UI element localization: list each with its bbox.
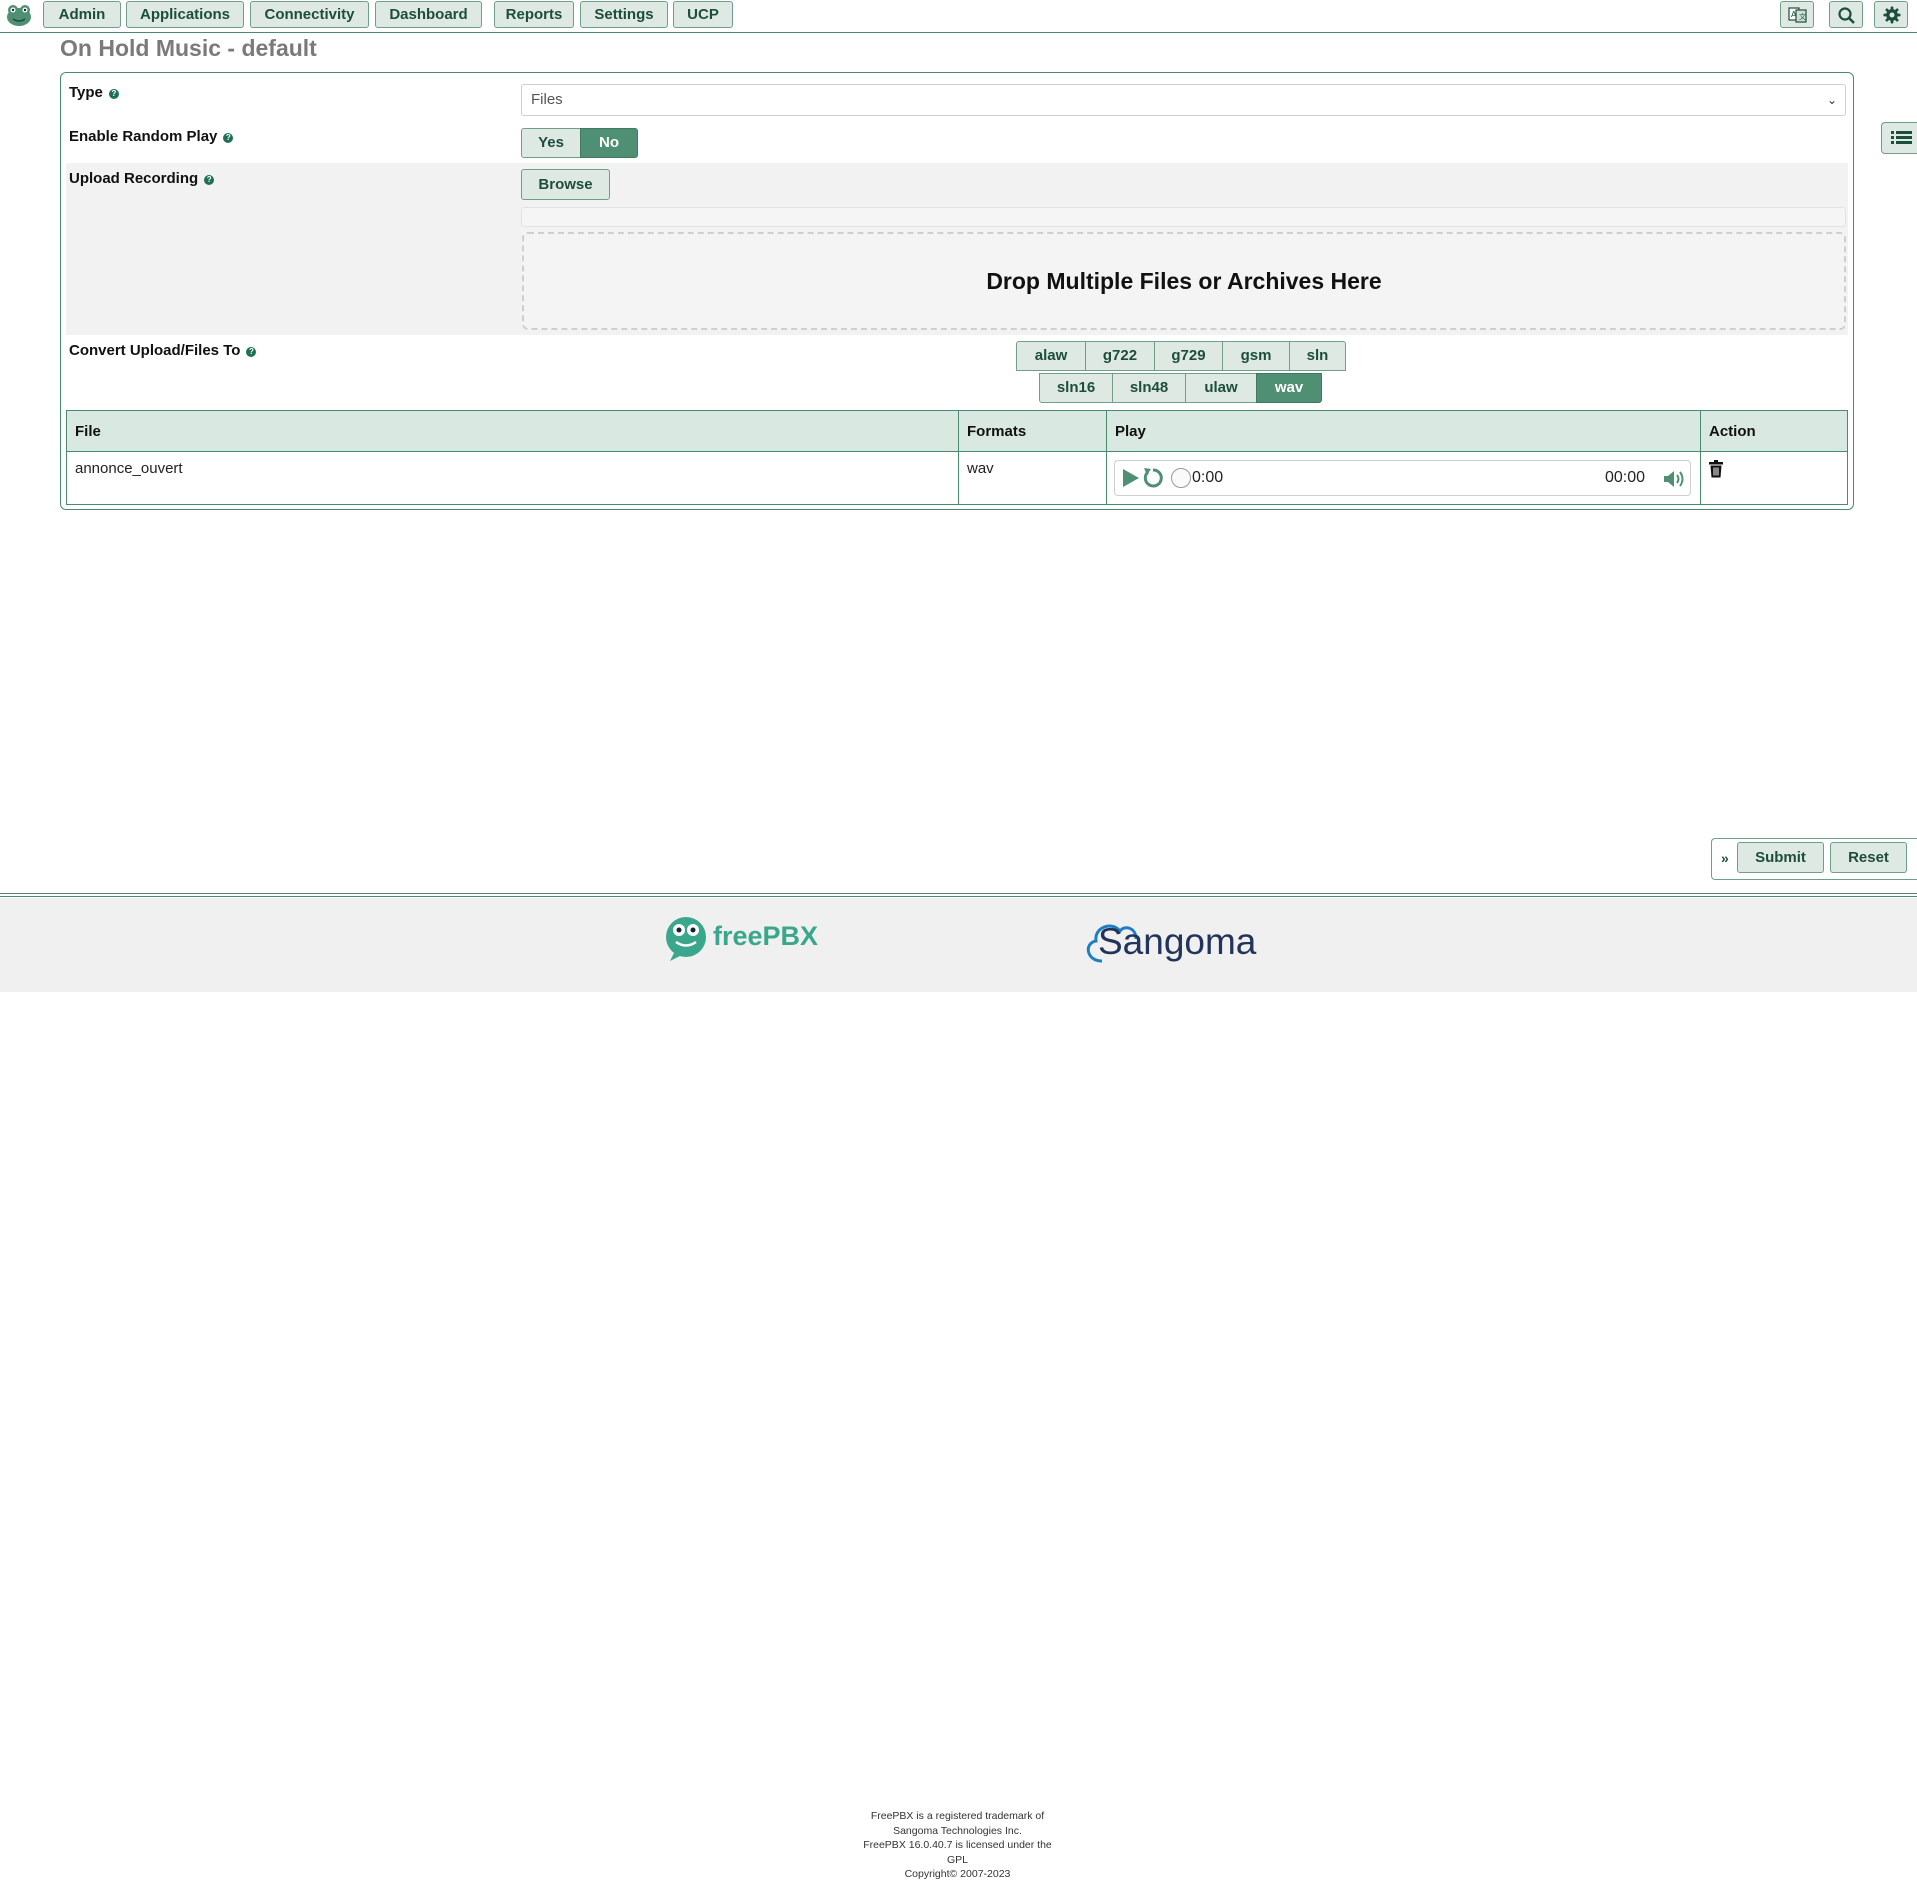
help-icon[interactable]: ?	[108, 89, 119, 99]
column-header-action: Action	[1701, 411, 1847, 452]
nav-settings[interactable]: Settings	[580, 1, 668, 28]
format-gsm[interactable]: gsm	[1222, 341, 1290, 371]
format-sln[interactable]: sln	[1289, 341, 1346, 371]
upload-progress-bar	[521, 207, 1846, 227]
format-sln48[interactable]: sln48	[1112, 373, 1186, 403]
footer: freePBX FreePBX is a registered trademar…	[0, 898, 1917, 1880]
help-icon[interactable]: ?	[223, 133, 234, 143]
chevron-down-icon: ⌄	[1826, 93, 1837, 107]
top-nav-bar: Admin Applications Connectivity Dashboar…	[0, 0, 1917, 33]
search-button[interactable]	[1829, 1, 1863, 28]
legal-line: FreePBX 16.0.40.7 is licensed under the	[863, 1839, 1052, 1851]
language-icon: A 文	[1788, 7, 1807, 23]
audio-player: 0:00 00:00	[1114, 460, 1691, 496]
play-icon[interactable]	[1122, 468, 1140, 488]
legal-line: GPL	[946, 1853, 968, 1866]
browse-button[interactable]: Browse	[521, 169, 610, 200]
nav-dashboard[interactable]: Dashboard	[375, 1, 482, 28]
footer-divider	[0, 893, 1917, 897]
column-header-play: Play	[1107, 411, 1701, 452]
volume-icon[interactable]	[1663, 469, 1687, 489]
list-toggle-button[interactable]	[1881, 122, 1917, 154]
legal-line: Copyright© 2007-2023	[904, 1868, 1011, 1880]
svg-text:A: A	[1791, 10, 1797, 19]
reset-button[interactable]: Reset	[1830, 842, 1907, 873]
freepbx-logo-icon[interactable]	[5, 3, 33, 27]
format-wav[interactable]: wav	[1256, 373, 1322, 403]
column-header-formats: Formats	[959, 411, 1107, 452]
seek-handle[interactable]	[1171, 468, 1191, 488]
freepbx-frog-icon	[666, 917, 706, 961]
format-sln16[interactable]: sln16	[1039, 373, 1113, 403]
format-g729[interactable]: g729	[1154, 341, 1223, 371]
settings-button[interactable]	[1874, 1, 1908, 28]
random-play-label-text: Enable Random Play	[69, 128, 218, 145]
file-dropzone[interactable]: Drop Multiple Files or Archives Here	[522, 232, 1846, 330]
language-button[interactable]: A 文	[1780, 1, 1814, 28]
help-icon[interactable]: ?	[204, 175, 215, 185]
random-play-no[interactable]: No	[580, 128, 638, 158]
type-select-value: Files	[531, 91, 563, 108]
trash-icon[interactable]	[1709, 460, 1723, 478]
cell-formats: wav	[959, 452, 1107, 504]
legal-text: FreePBX is a registered trademark of San…	[855, 1809, 1060, 1882]
nav-connectivity[interactable]: Connectivity	[250, 1, 369, 28]
nav-ucp[interactable]: UCP	[673, 1, 733, 28]
legal-line: FreePBX is a registered trademark of	[870, 1810, 1045, 1822]
restart-icon[interactable]	[1142, 467, 1164, 489]
freepbx-logo[interactable]: freePBX	[664, 915, 818, 961]
type-label-text: Type	[69, 84, 103, 101]
nav-reports[interactable]: Reports	[494, 1, 574, 28]
cell-action	[1701, 452, 1847, 504]
random-play-label: Enable Random Play?	[69, 128, 234, 145]
convert-label: Convert Upload/Files To?	[69, 342, 257, 359]
nav-admin[interactable]: Admin	[43, 1, 121, 28]
help-icon[interactable]: ?	[246, 347, 257, 357]
format-g722[interactable]: g722	[1085, 341, 1155, 371]
nav-applications[interactable]: Applications	[126, 1, 244, 28]
submit-button[interactable]: Submit	[1737, 842, 1824, 873]
page-title: On Hold Music - default	[60, 35, 317, 61]
cell-file-name: annonce_ouvert	[67, 452, 959, 504]
gear-icon	[1883, 6, 1901, 24]
collapse-chevron-icon[interactable]: »	[1721, 850, 1729, 866]
svg-text:文: 文	[1799, 12, 1806, 21]
type-label: Type?	[69, 84, 119, 101]
search-icon	[1838, 7, 1855, 24]
freepbx-wordmark: freePBX	[713, 921, 819, 951]
total-duration: 00:00	[1605, 469, 1646, 486]
upload-label: Upload Recording?	[69, 170, 215, 187]
sangoma-logo[interactable]: Sangoma	[1082, 913, 1257, 967]
type-select[interactable]: Files ⌄	[521, 84, 1846, 116]
list-icon	[1891, 131, 1912, 144]
column-header-file: File	[67, 411, 959, 452]
upload-label-text: Upload Recording	[69, 170, 199, 187]
elapsed-time: 0:00	[1192, 469, 1224, 486]
random-play-yes[interactable]: Yes	[521, 128, 581, 158]
legal-line: Sangoma Technologies Inc.	[893, 1824, 1022, 1837]
convert-label-text: Convert Upload/Files To	[69, 342, 241, 359]
format-alaw[interactable]: alaw	[1016, 341, 1086, 371]
format-ulaw[interactable]: ulaw	[1185, 373, 1257, 403]
sangoma-wordmark: Sangoma	[1098, 921, 1257, 962]
